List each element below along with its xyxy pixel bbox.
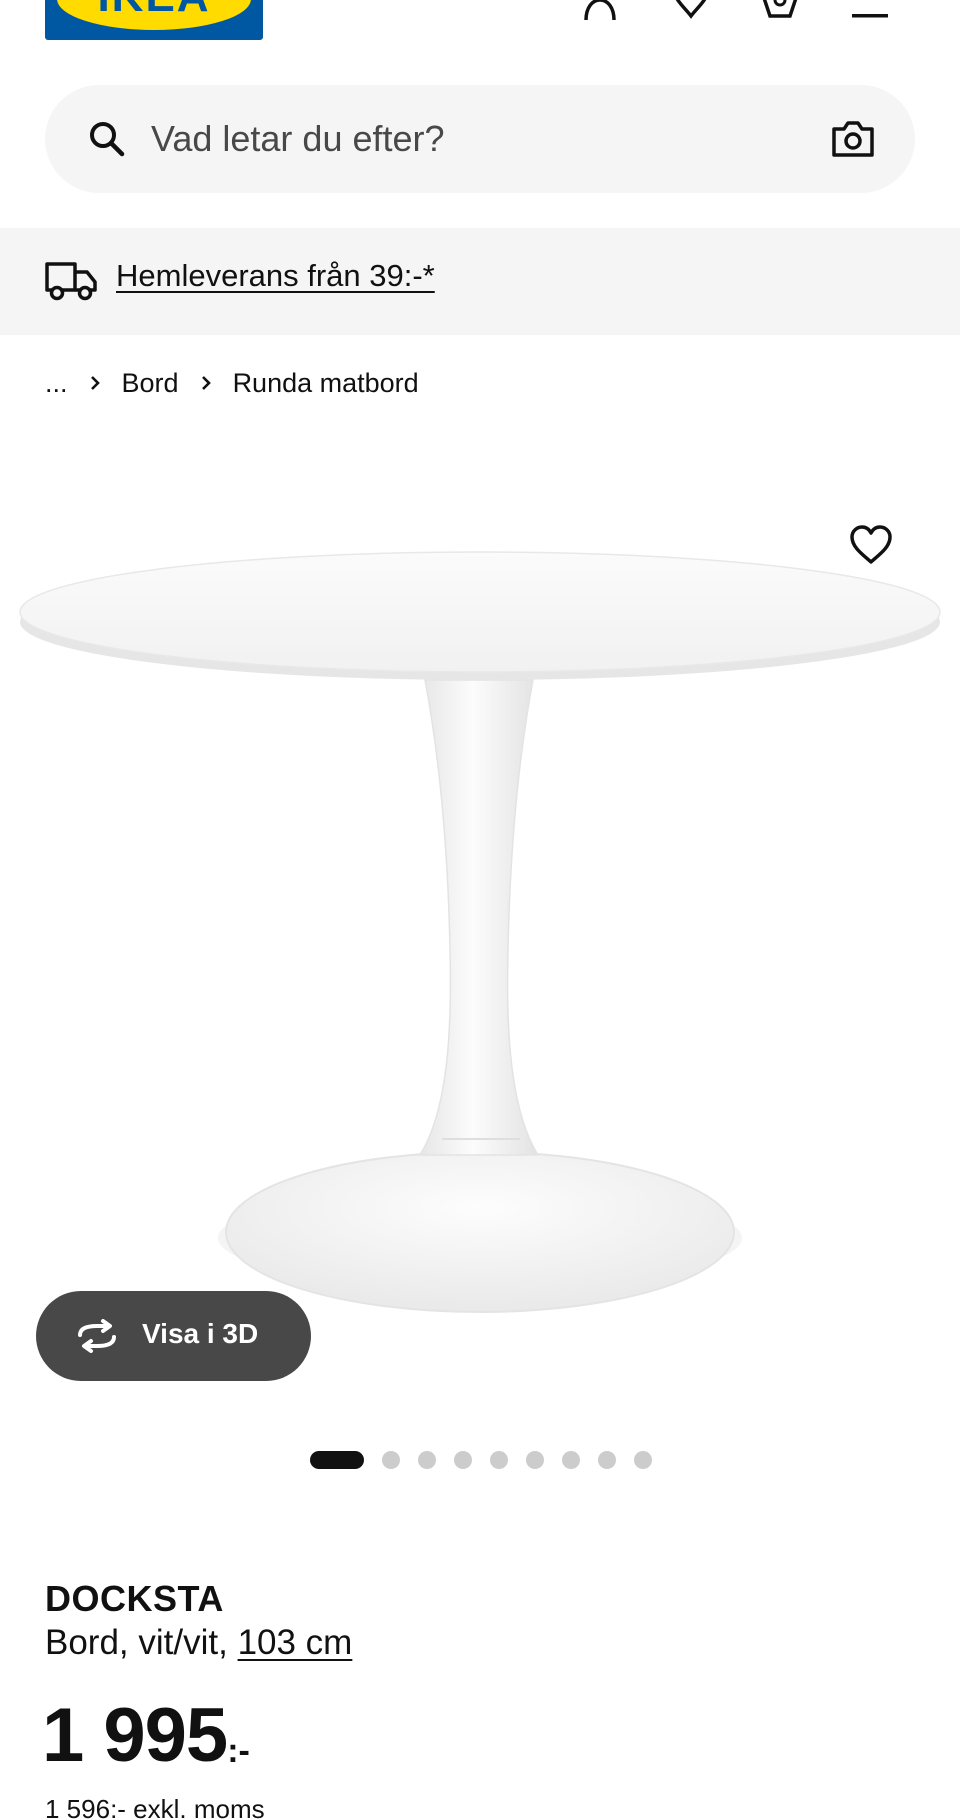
product-page: IKEA [0,0,960,1820]
ikea-logo[interactable]: IKEA [45,0,263,40]
product-name: DOCKSTA [45,1578,224,1619]
chevron-right-icon [201,375,211,391]
price: 1 995 :- [42,1698,250,1774]
breadcrumb: ... Bord Runda matbord [45,365,419,401]
product-size-link[interactable]: 103 cm [238,1623,353,1662]
breadcrumb-runda-matbord[interactable]: Runda matbord [233,368,419,399]
account-icon[interactable] [578,0,622,20]
price-excl-vat: 1 596:- exkl. moms [45,1794,265,1820]
carousel-dot[interactable] [382,1451,400,1469]
delivery-banner: Hemleverans från 39:-* [0,228,960,335]
menu-icon[interactable] [848,0,892,20]
camera-icon[interactable] [831,119,875,159]
carousel-dot[interactable] [598,1451,616,1469]
logo-text: IKEA [45,0,263,22]
cart-icon[interactable] [758,0,802,20]
carousel-dot[interactable] [310,1451,364,1469]
carousel-dots [310,1450,670,1470]
breadcrumb-bord[interactable]: Bord [122,368,179,399]
search-input[interactable] [151,111,751,167]
product-type-text: Bord, vit/vit, [45,1623,238,1662]
product-description: Bord, vit/vit, 103 cm [45,1623,352,1663]
carousel-dot[interactable] [418,1451,436,1469]
chevron-right-icon [90,375,100,391]
delivery-link[interactable]: Hemleverans från 39:-* [116,258,435,294]
carousel-dot[interactable] [562,1451,580,1469]
search-bar[interactable] [45,85,915,193]
rotate-3d-icon [78,1319,116,1353]
carousel-dot[interactable] [634,1451,652,1469]
view-3d-button[interactable]: Visa i 3D [36,1291,311,1381]
truck-icon [45,262,97,301]
product-image[interactable] [0,430,960,1390]
price-amount: 1 995 [42,1693,228,1778]
carousel-dot[interactable] [526,1451,544,1469]
search-icon[interactable] [87,119,127,159]
site-header: IKEA [0,0,960,60]
favorite-heart-icon[interactable] [848,522,894,568]
view-3d-label: Visa i 3D [142,1318,259,1349]
carousel-dot[interactable] [490,1451,508,1469]
heart-icon[interactable] [669,0,713,20]
price-suffix: :- [227,1732,250,1770]
breadcrumb-ellipsis[interactable]: ... [45,368,68,399]
carousel-dot[interactable] [454,1451,472,1469]
